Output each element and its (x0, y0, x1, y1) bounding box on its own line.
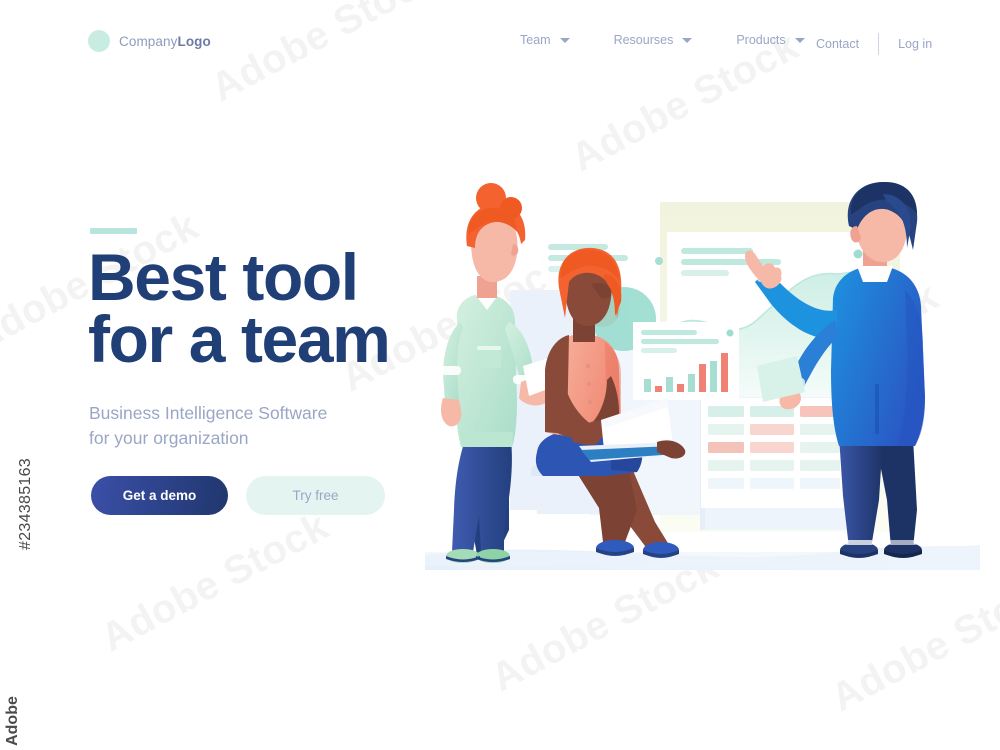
subhead-line-2: for your organization (89, 428, 249, 448)
headline-line-2: for a team (88, 302, 391, 376)
chevron-down-icon (794, 37, 805, 43)
login-link[interactable]: Log in (898, 37, 932, 51)
brand-logo-prefix: Company (119, 33, 178, 49)
nav-item-team-label: Team (520, 33, 551, 47)
try-free-button[interactable]: Try free (246, 476, 385, 515)
subhead-line-1: Business Intelligence Software (89, 403, 328, 423)
brand-logo-suffix: Logo (177, 33, 211, 49)
chevron-down-icon (559, 37, 570, 43)
watermark-tile: Adobe Stock (94, 503, 336, 661)
circle-logo-mark-icon (88, 30, 110, 52)
brand-logo-text: CompanyLogo (119, 34, 211, 49)
header-actions: Contact Log in (816, 33, 932, 55)
nav-item-products[interactable]: Products (736, 33, 805, 47)
nav-item-team[interactable]: Team (520, 33, 570, 47)
landing-page: Adobe Stock Adobe Stock Adobe Stock Adob… (0, 0, 1000, 750)
nav-item-products-label: Products (736, 33, 786, 47)
hero-accent-bar (90, 228, 137, 234)
bar-chart-card (633, 322, 739, 400)
main-navigation: Team Resourses Products (520, 33, 849, 47)
get-a-demo-button[interactable]: Get a demo (91, 476, 228, 515)
nav-item-resourses-label: Resourses (613, 33, 674, 47)
watermark-adobe-brand: Adobe (4, 696, 21, 746)
hero-cta-group: Get a demo Try free (91, 476, 385, 515)
site-header: CompanyLogo Team Resourses Products Cont… (0, 0, 1000, 82)
header-divider (878, 33, 880, 55)
hero-illustration (405, 170, 985, 600)
brand-logo[interactable]: CompanyLogo (88, 30, 211, 52)
chevron-down-icon (682, 37, 693, 43)
contact-link[interactable]: Contact (816, 37, 859, 51)
nav-item-resourses[interactable]: Resourses (614, 33, 693, 47)
watermark-image-id: #234385163 (17, 458, 34, 550)
